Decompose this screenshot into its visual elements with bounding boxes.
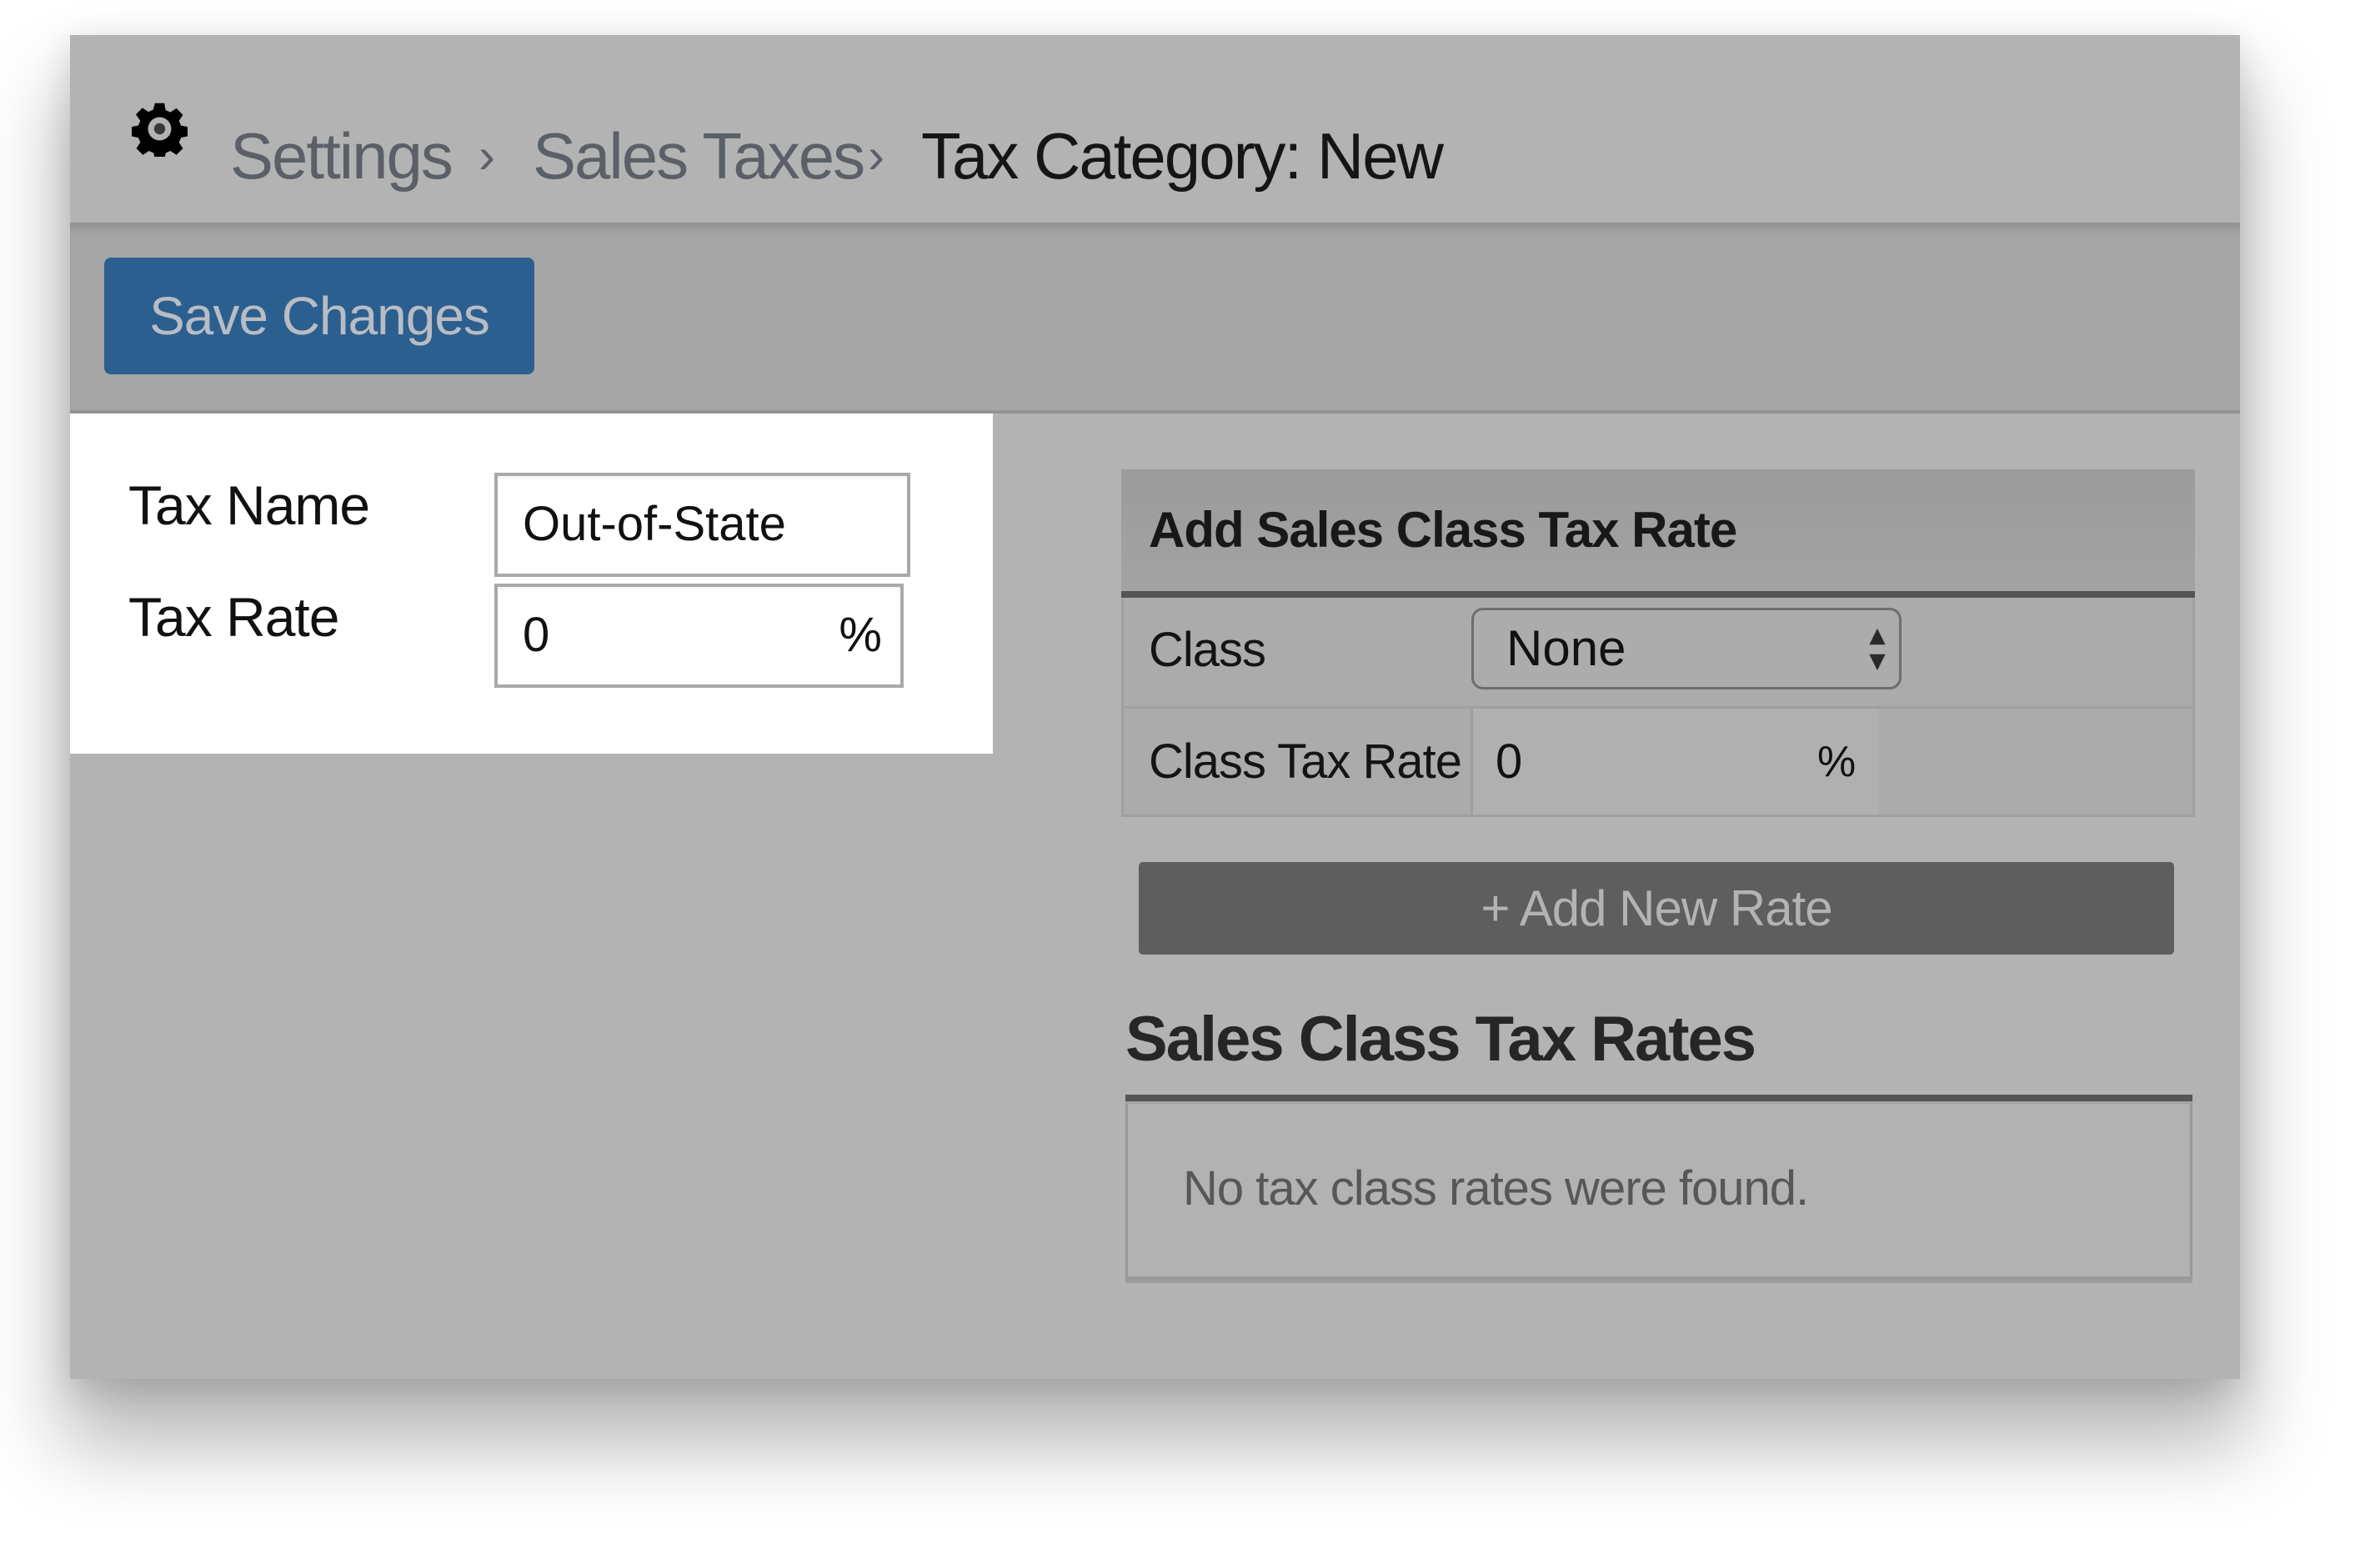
select-arrows-icon [1869,628,1886,671]
class-tax-rate-value: 0 [1496,734,1523,789]
breadcrumb-current: Tax Category: New [921,119,1444,193]
save-changes-button[interactable]: Save Changes [104,258,534,374]
tax-rate-value: 0 [523,608,550,662]
rates-empty-panel: No tax class rates were found. [1125,1101,2192,1279]
class-label: Class [1149,623,1266,677]
breadcrumb-separator: › [479,128,495,183]
rates-list: No tax class rates were found. [1125,1095,2192,1279]
add-rate-header: Add Sales Class Tax Rate [1121,469,2195,598]
class-select-value: None [1506,620,1626,676]
class-select[interactable]: None [1471,608,1901,689]
class-row: Class None [1121,598,2195,709]
toolbar: Save Changes [70,223,2240,414]
class-tax-rate-row: Class Tax Rate 0 % [1121,709,2195,817]
breadcrumb-sales-taxes[interactable]: Sales Taxes [533,114,865,198]
add-rate-title: Add Sales Class Tax Rate [1149,502,1737,558]
tax-rate-label: Tax Rate [128,586,339,648]
tax-rate-input[interactable]: 0 % [494,584,904,688]
gear-icon [132,103,188,157]
breadcrumb-separator: › [868,128,884,183]
tax-name-value: Out-of-State [523,497,786,551]
empty-message: No tax class rates were found. [1183,1161,1809,1216]
breadcrumb-settings[interactable]: Settings [230,114,453,198]
tax-name-label: Tax Name [128,474,370,536]
percent-suffix: % [1817,738,1856,786]
class-tax-rate-input[interactable]: 0 % [1471,709,1878,815]
percent-suffix: % [839,608,882,662]
sales-class-tax-rates-heading: Sales Class Tax Rates [1125,1004,1756,1075]
add-new-rate-button[interactable]: + Add New Rate [1139,862,2174,955]
tax-category-page: Settings › Sales Taxes › Tax Category: N… [70,35,2240,1379]
tax-category-form: Tax Name Out-of-State Tax Rate 0 % [70,414,993,754]
page-header: Settings › Sales Taxes › Tax Category: N… [70,35,2240,223]
class-tax-rate-label: Class Tax Rate [1149,734,1462,789]
tax-name-input[interactable]: Out-of-State [494,473,910,577]
